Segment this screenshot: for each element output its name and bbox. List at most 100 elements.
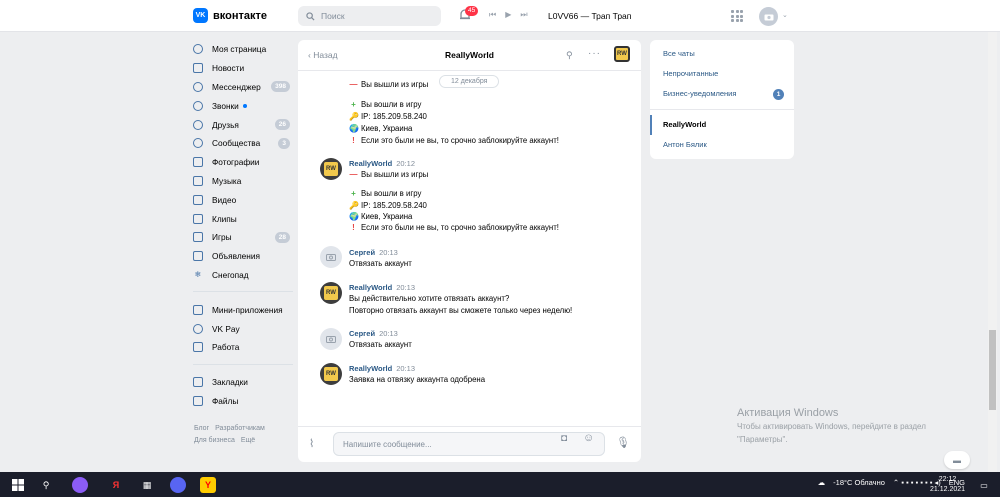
author-avatar[interactable]: RW	[320, 363, 342, 385]
author-avatar[interactable]	[320, 328, 342, 350]
friends-icon	[193, 119, 203, 130]
message-time: 20:13	[396, 364, 415, 373]
weather-text[interactable]: -18°C Облачно	[833, 478, 885, 487]
footer-link-blog[interactable]: Блог	[194, 425, 209, 432]
footer-link-business[interactable]: Для бизнеса	[194, 437, 235, 444]
notification-center-icon[interactable]: ▭	[976, 477, 992, 493]
message-line: — Вы вышли из игры	[349, 170, 429, 179]
message-time: 20:13	[379, 248, 398, 257]
filter-business[interactable]: Бизнес-уведомления 1	[650, 84, 794, 104]
emoji-icon[interactable]: ☺	[583, 432, 594, 444]
nav-mini-apps[interactable]: Мини-приложения	[193, 300, 293, 319]
nav-friends[interactable]: Друзья 26	[193, 115, 293, 134]
nav-games[interactable]: Игры 28	[193, 228, 293, 247]
chat-bubble-icon[interactable]: ▬	[944, 451, 970, 469]
clock[interactable]: 22:12 21.12.2021	[930, 475, 965, 495]
message-input[interactable]	[343, 439, 543, 449]
nav-files[interactable]: Файлы	[193, 392, 293, 411]
message-header: ReallyWorld 20:12	[349, 159, 415, 168]
nav-work[interactable]: Работа	[193, 338, 293, 357]
yandex-browser-icon[interactable]: Y	[200, 477, 216, 493]
open-chat-reallyworld[interactable]: ReallyWorld	[650, 115, 794, 135]
nav-photos[interactable]: Фотографии	[193, 153, 293, 172]
windows-taskbar: ⚲ Я ▦ Y ☁ -18°C Облачно ⌃ ▪ ▪ ▪ ▪ ▪ ▪ ▪ …	[0, 472, 1000, 497]
message-time: 20:12	[396, 159, 415, 168]
prev-track-icon[interactable]: ⏮	[489, 10, 496, 20]
search-input[interactable]	[321, 11, 431, 21]
photo-icon	[193, 157, 203, 168]
message-author[interactable]: ReallyWorld	[349, 159, 392, 168]
page-scrollbar[interactable]	[989, 330, 996, 410]
nav-my-page[interactable]: Моя страница	[193, 40, 293, 59]
message-author[interactable]: ReallyWorld	[349, 283, 392, 292]
nav-label: Мессенджер	[212, 81, 261, 92]
play-icon[interactable]: ▶	[505, 10, 511, 20]
nav-bookmarks[interactable]: Закладки	[193, 373, 293, 392]
yandex-icon[interactable]: Я	[108, 477, 124, 493]
profile-avatar[interactable]	[759, 7, 778, 26]
nav-calls[interactable]: Звонки	[193, 96, 293, 115]
apps-grid-icon[interactable]	[731, 10, 743, 22]
message-text: Если это были не вы, то срочно заблокиру…	[361, 136, 559, 145]
message-text: Вы вошли в игру	[361, 189, 422, 198]
windows-start-icon[interactable]	[10, 477, 26, 493]
message-line: ! Если это были не вы, то срочно заблокир…	[349, 136, 559, 145]
open-chat-anton[interactable]: Антон Бялик	[650, 135, 794, 155]
nav-clips[interactable]: Клипы	[193, 209, 293, 228]
search-icon[interactable]: ⚲	[566, 50, 573, 61]
nav-label: Снегопад	[212, 269, 249, 280]
reallyworld-logo-icon: RW	[324, 162, 338, 176]
message-line: + Вы вошли в игру	[349, 189, 421, 198]
message-time: 20:13	[396, 283, 415, 292]
nav-communities[interactable]: Сообщества 3	[193, 134, 293, 153]
message-author[interactable]: Сергей	[349, 329, 375, 338]
more-icon[interactable]: ···	[588, 48, 601, 59]
store-icon[interactable]: ▦	[139, 477, 155, 493]
message-icon	[193, 81, 203, 92]
filter-unread[interactable]: Непрочитанные	[650, 64, 794, 84]
nav-video[interactable]: Видео	[193, 190, 293, 209]
weather-icon[interactable]: ☁	[818, 478, 826, 487]
message-line: 🔑 IP: 185.209.58.240	[349, 112, 427, 121]
nav-label: Моя страница	[212, 44, 267, 55]
current-track[interactable]: L0VV66 — Трап Трап	[548, 11, 631, 21]
message-author[interactable]: Сергей	[349, 248, 375, 257]
nav-news[interactable]: Новости	[193, 59, 293, 78]
vk-logo[interactable]: VK вконтакте	[193, 8, 267, 23]
message-line: Отвязать аккаунт	[349, 259, 412, 268]
chevron-down-icon[interactable]: ⌄	[782, 11, 788, 19]
author-avatar[interactable]: RW	[320, 282, 342, 304]
chat-panel: ‹ Назад ReallyWorld ⚲ ··· RW — Вы вышли и…	[298, 40, 641, 462]
author-avatar[interactable]	[320, 246, 342, 268]
attach-icon[interactable]: ⌇	[309, 437, 314, 450]
search-icon[interactable]: ⚲	[38, 477, 54, 493]
plus-icon: +	[351, 100, 356, 109]
nav-label: Сообщества	[212, 138, 261, 149]
nav-snowfall[interactable]: ❄ Снегопад	[193, 266, 293, 285]
message-line: ! Если это были не вы, то срочно заблокир…	[349, 223, 559, 232]
footer-link-more[interactable]: Ещё	[241, 437, 255, 444]
reallyworld-logo-icon: RW	[324, 367, 338, 381]
chat-filters-panel: Все чаты Непрочитанные Бизнес-уведомлени…	[650, 40, 794, 159]
chat-avatar[interactable]: RW	[614, 46, 630, 62]
search-icon	[306, 11, 315, 21]
nav-vkpay[interactable]: VK Pay	[193, 319, 293, 338]
microphone-icon[interactable]: 🎙	[616, 436, 630, 449]
camera-icon[interactable]: ◘	[561, 433, 567, 444]
message-text: Вы вышли из игры	[361, 80, 429, 89]
search-box[interactable]	[298, 6, 441, 26]
nav-messenger[interactable]: Мессенджер 398	[193, 78, 293, 97]
message-author[interactable]: ReallyWorld	[349, 364, 392, 373]
message-line: 🔑 IP: 185.209.58.240	[349, 201, 427, 210]
footer-link-developers[interactable]: Разработчикам	[215, 425, 265, 432]
camera-icon	[326, 254, 336, 261]
nav-classifieds[interactable]: Объявления	[193, 247, 293, 266]
discord-icon[interactable]	[170, 477, 186, 493]
alice-icon[interactable]	[72, 477, 88, 493]
author-avatar[interactable]: RW	[320, 158, 342, 180]
filter-all-chats[interactable]: Все чаты	[650, 44, 794, 64]
message-line: Повторно отвязать аккаунт вы сможете тол…	[349, 306, 572, 315]
next-track-icon[interactable]: ⏭	[520, 10, 527, 20]
reallyworld-logo-icon: RW	[324, 286, 338, 300]
nav-music[interactable]: Музыка	[193, 172, 293, 191]
